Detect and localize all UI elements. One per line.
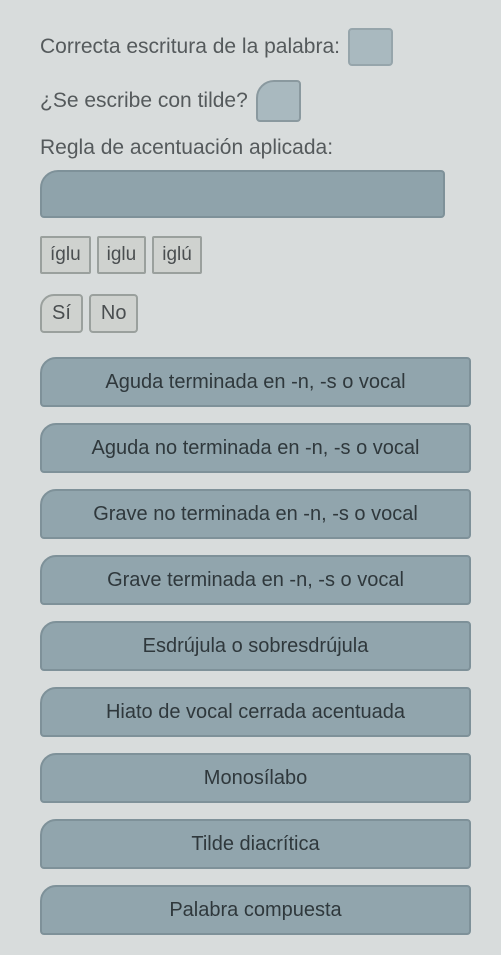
rule-option[interactable]: Tilde diacrítica xyxy=(40,819,471,869)
drop-slot-rule[interactable] xyxy=(40,170,445,218)
label-correct-spelling: Correcta escritura de la palabra: xyxy=(40,35,340,59)
word-options-row: íglu iglu iglú xyxy=(40,236,471,274)
rule-option[interactable]: Grave terminada en -n, -s o vocal xyxy=(40,555,471,605)
drop-slot-tilde[interactable] xyxy=(256,80,301,122)
rule-option[interactable]: Monosílabo xyxy=(40,753,471,803)
rule-option[interactable]: Aguda terminada en -n, -s o vocal xyxy=(40,357,471,407)
rule-option[interactable]: Esdrújula o sobresdrújula xyxy=(40,621,471,671)
option-yes[interactable]: Sí xyxy=(40,294,83,333)
word-option[interactable]: iglú xyxy=(152,236,202,274)
prompt-has-tilde-row: ¿Se escribe con tilde? xyxy=(40,80,471,122)
option-no[interactable]: No xyxy=(89,294,139,333)
yesno-row: Sí No xyxy=(40,294,471,333)
label-rule-applied: Regla de acentuación aplicada: xyxy=(40,136,471,160)
rule-option[interactable]: Hiato de vocal cerrada acentuada xyxy=(40,687,471,737)
label-has-tilde: ¿Se escribe con tilde? xyxy=(40,89,248,113)
prompt-correct-spelling-row: Correcta escritura de la palabra: xyxy=(40,28,471,66)
rule-option[interactable]: Palabra compuesta xyxy=(40,885,471,935)
rule-list: Aguda terminada en -n, -s o vocal Aguda … xyxy=(40,357,471,935)
rule-option[interactable]: Aguda no terminada en -n, -s o vocal xyxy=(40,423,471,473)
drop-slot-spelling[interactable] xyxy=(348,28,393,66)
word-option[interactable]: íglu xyxy=(40,236,91,274)
exercise-panel: Correcta escritura de la palabra: ¿Se es… xyxy=(0,0,501,955)
rule-option[interactable]: Grave no terminada en -n, -s o vocal xyxy=(40,489,471,539)
word-option[interactable]: iglu xyxy=(97,236,147,274)
